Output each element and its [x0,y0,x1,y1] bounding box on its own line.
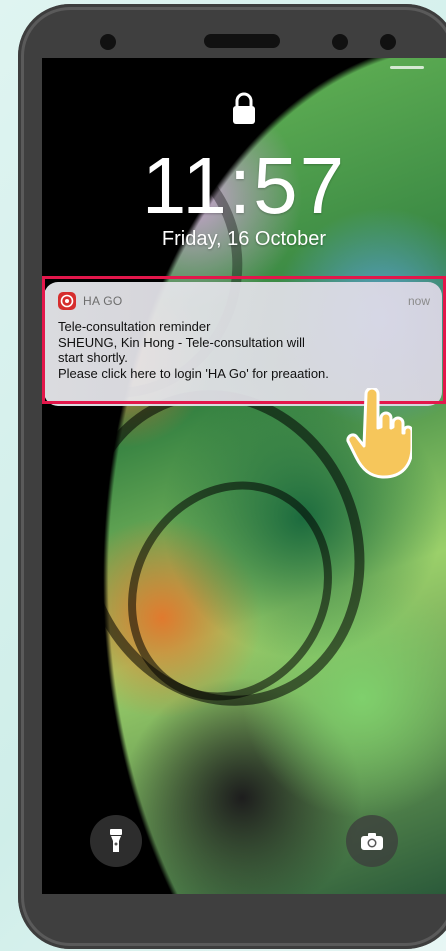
sensor-dot-2 [380,34,396,50]
lock-date: Friday, 16 October [161,228,327,250]
pointing-hand-icon [346,388,412,479]
earpiece-speaker [204,34,280,48]
lock-screen: 11:57 Friday, 16 October HA GO now Tele-… [42,58,446,894]
highlight-frame [42,276,446,404]
sensor-dot [332,34,348,50]
status-indicator [390,66,424,69]
lock-time: 11:57 [141,141,347,230]
flashlight-icon [110,829,122,852]
camera-icon [361,833,383,850]
camera-button[interactable] [346,815,398,867]
flashlight-button[interactable] [90,815,142,867]
lock-icon [233,92,255,124]
front-camera-dot [100,34,116,50]
